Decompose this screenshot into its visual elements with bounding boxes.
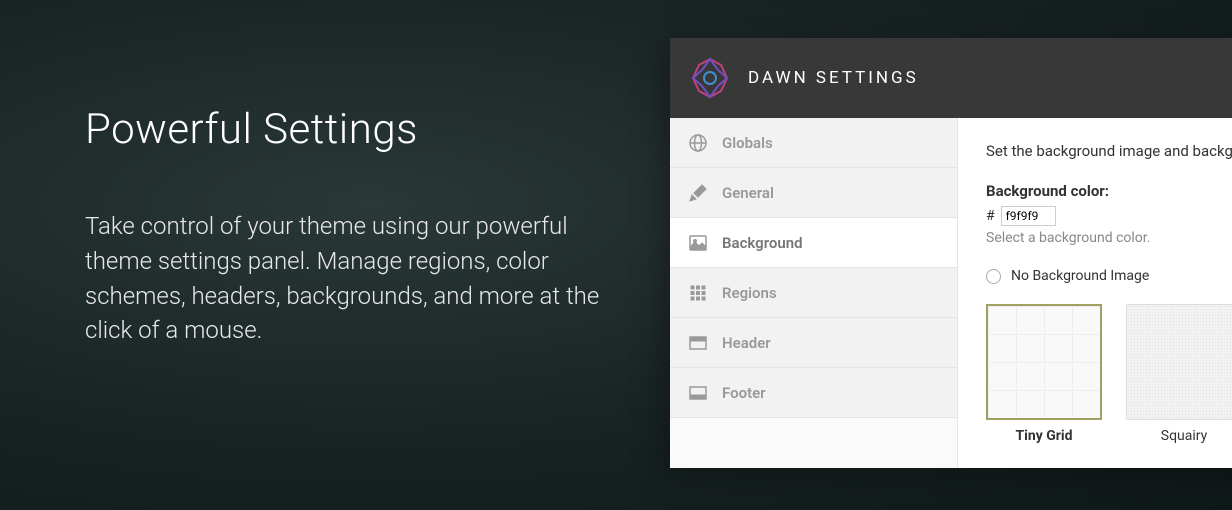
sidebar-item-label: Globals [722, 134, 773, 152]
radio-icon [986, 269, 1001, 284]
sidebar-item-footer[interactable]: Footer [670, 368, 957, 418]
swatch-label: Squairy [1126, 428, 1232, 444]
sidebar-item-label: Background [722, 234, 803, 252]
sidebar-item-label: Footer [722, 384, 766, 402]
image-icon [688, 233, 708, 253]
swatch-preview [986, 304, 1102, 420]
sidebar-item-label: General [722, 184, 774, 202]
bg-swatch-squairy[interactable]: Squairy [1126, 304, 1232, 444]
sidebar-item-background[interactable]: Background [670, 218, 957, 268]
sidebar-item-label: Regions [722, 284, 777, 302]
swatch-label: Tiny Grid [986, 428, 1102, 444]
bg-color-label: Background color: [986, 182, 1232, 200]
hash-prefix: # [986, 208, 995, 224]
footer-layout-icon [688, 383, 708, 403]
panel-title: DAWN SETTINGS [748, 68, 919, 88]
swatch-preview [1126, 304, 1232, 420]
sidebar-item-header[interactable]: Header [670, 318, 957, 368]
tools-icon [688, 183, 708, 203]
bg-color-help: Select a background color. [986, 230, 1232, 246]
hero-title: Powerful Settings [85, 105, 625, 154]
settings-sidebar: Globals General Background Regions Heade… [670, 118, 958, 468]
grid-icon [688, 283, 708, 303]
sidebar-item-globals[interactable]: Globals [670, 118, 957, 168]
panel-header: DAWN SETTINGS [670, 38, 1232, 118]
sun-logo-icon [688, 56, 732, 100]
sidebar-item-label: Header [722, 334, 771, 352]
settings-content: Set the background image and backg Backg… [958, 118, 1232, 468]
sidebar-item-regions[interactable]: Regions [670, 268, 957, 318]
header-layout-icon [688, 333, 708, 353]
settings-panel: DAWN SETTINGS Globals General Background… [670, 38, 1232, 468]
radio-label: No Background Image [1011, 268, 1149, 284]
hero-section: Powerful Settings Take control of your t… [85, 105, 625, 348]
bg-swatch-tinygrid[interactable]: Tiny Grid [986, 304, 1102, 444]
no-bg-image-option[interactable]: No Background Image [986, 268, 1232, 284]
content-intro: Set the background image and backg [986, 142, 1232, 160]
sidebar-item-general[interactable]: General [670, 168, 957, 218]
globe-icon [688, 133, 708, 153]
hero-description: Take control of your theme using our pow… [85, 209, 625, 348]
bg-color-input[interactable] [1001, 206, 1056, 226]
